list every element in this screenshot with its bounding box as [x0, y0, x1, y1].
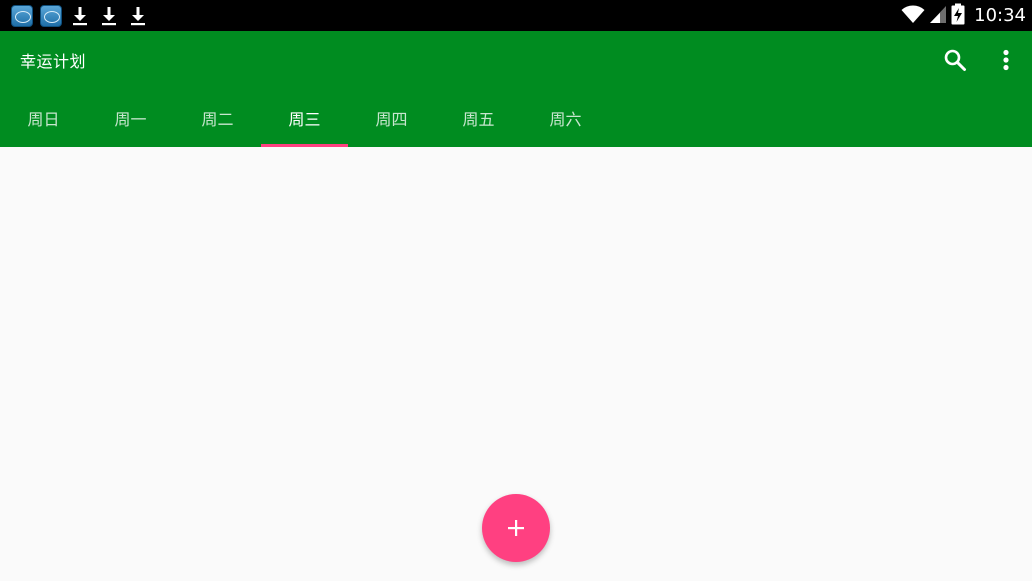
- tab-label: 周四: [375, 110, 408, 129]
- tab-label: 周日: [27, 110, 60, 129]
- app-bar: 幸运计划 周日 周一 周二 周三 周四 周五 周六: [0, 31, 1032, 147]
- day-tabs: 周日 周一 周二 周三 周四 周五 周六: [0, 89, 609, 147]
- tab-saturday[interactable]: 周六: [522, 89, 609, 147]
- download-icon: [98, 5, 120, 27]
- more-vert-icon: [1003, 49, 1009, 71]
- app-title: 幸运计划: [20, 52, 87, 71]
- signal-icon: [930, 4, 947, 28]
- tab-sunday[interactable]: 周日: [0, 89, 87, 147]
- tab-friday[interactable]: 周五: [435, 89, 522, 147]
- add-button[interactable]: [482, 494, 550, 562]
- clock: 10:34: [974, 5, 1026, 26]
- tab-tuesday[interactable]: 周二: [174, 89, 261, 147]
- tab-label: 周六: [549, 110, 582, 129]
- app-notification-icon: [40, 4, 62, 27]
- more-options-button[interactable]: [994, 45, 1018, 75]
- download-icon: [69, 5, 91, 27]
- notification-icons: [11, 4, 149, 27]
- tab-label: 周二: [201, 110, 234, 129]
- app-notification-icon: [11, 4, 33, 27]
- battery-charging-icon: [951, 3, 965, 29]
- status-bar: 10:34: [0, 0, 1032, 31]
- download-icon: [127, 5, 149, 27]
- tab-thursday[interactable]: 周四: [348, 89, 435, 147]
- tab-label: 周一: [114, 110, 147, 129]
- tab-label: 周五: [462, 110, 495, 129]
- tab-monday[interactable]: 周一: [87, 89, 174, 147]
- add-icon: [508, 520, 524, 536]
- search-button[interactable]: [940, 45, 970, 75]
- wifi-icon: [901, 4, 925, 28]
- search-icon: [944, 49, 966, 71]
- system-icons: 10:34: [901, 0, 1026, 31]
- app-screen: 10:34 幸运计划 周日 周一 周二 周三 周四 周五 周六: [0, 0, 1032, 581]
- tab-wednesday[interactable]: 周三: [261, 89, 348, 147]
- tab-label: 周三: [288, 110, 321, 129]
